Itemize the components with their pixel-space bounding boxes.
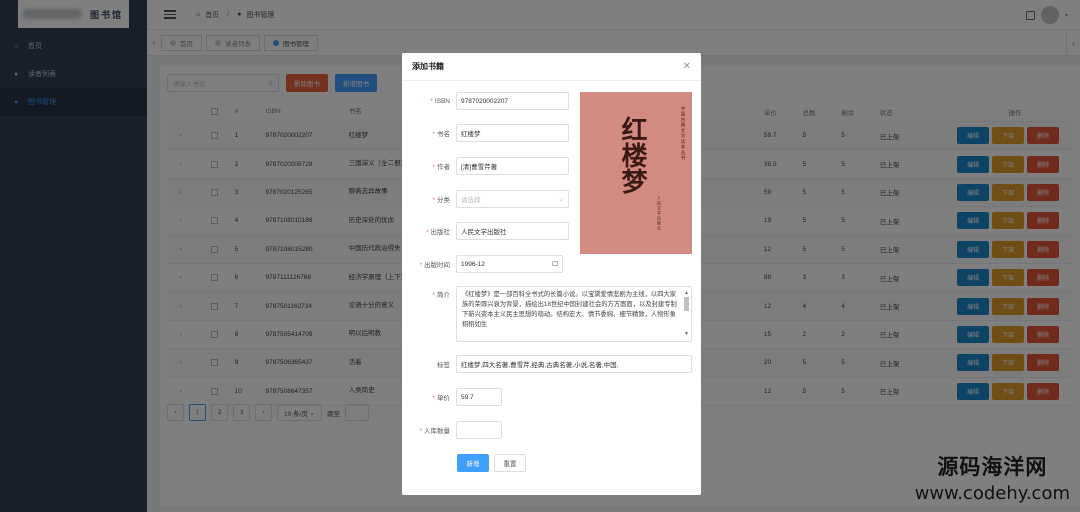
intro-text: 《红楼梦》是一部百科全书式的长篇小说。以宝黛爱情悲剧为主线，以四大家族的荣辱兴衰…: [462, 291, 677, 328]
stock-row: * 入库数量: [408, 421, 502, 439]
intro-label: 简介: [437, 292, 450, 299]
author-label: 作者: [437, 164, 450, 171]
author-row: * 作者 [清]曹雪芹著: [408, 157, 569, 175]
intro-textarea[interactable]: 《红楼梦》是一部百科全书式的长篇小说。以宝黛爱情悲剧为主线，以四大家族的荣辱兴衰…: [456, 286, 692, 342]
textarea-scrollbar[interactable]: ▲ ▼: [684, 291, 689, 337]
price-field[interactable]: 59.7: [456, 388, 502, 406]
name-label: 书名: [437, 131, 450, 138]
publisher-field[interactable]: 人民文学出版社: [456, 222, 569, 240]
dialog-title: 添加书籍: [412, 62, 444, 71]
cover-title: 红楼梦: [617, 116, 647, 194]
add-book-dialog: 添加书籍 ✕ * ISBN 9787020002207 * 书名 红楼梦 * 作者 […: [402, 53, 701, 495]
price-label: 单价: [437, 395, 450, 402]
category-placeholder: 请选择: [461, 197, 481, 204]
chevron-down-icon: ⌄: [558, 196, 564, 203]
publisher-row: * 出版社 人民文学出版社: [408, 222, 569, 240]
category-row: * 分类 请选择 ⌄: [408, 190, 569, 208]
calendar-icon: ☐: [552, 261, 558, 268]
isbn-label: ISBN: [434, 97, 450, 105]
dialog-header: 添加书籍 ✕: [402, 53, 701, 81]
publisher-label: 出版社: [430, 229, 451, 236]
stock-field[interactable]: [456, 421, 502, 439]
scroll-down-icon[interactable]: ▼: [684, 332, 689, 337]
intro-row: * 简介: [432, 292, 450, 299]
stock-label: 入库数量: [424, 428, 450, 435]
watermark-cn: 源码海洋网: [937, 455, 1048, 479]
category-select[interactable]: 请选择 ⌄: [456, 190, 569, 208]
name-row: * 书名 红楼梦: [408, 124, 569, 142]
isbn-row: * ISBN 9787020002207: [408, 92, 569, 110]
scroll-thumb[interactable]: [684, 297, 689, 311]
book-name-field[interactable]: 红楼梦: [456, 124, 569, 142]
author-field[interactable]: [清]曹雪芹著: [456, 157, 569, 175]
close-icon[interactable]: ✕: [683, 61, 691, 72]
tags-label: 标签: [437, 362, 450, 369]
watermark: 源码海洋网 www.codehy.com: [915, 451, 1070, 504]
pubdate-label: 出版时间: [424, 262, 450, 269]
price-row: * 单价 59.7: [408, 388, 502, 406]
pubdate-picker[interactable]: 1996-12 ☐: [456, 255, 563, 273]
pubdate-row: * 出版时间 1996-12 ☐: [408, 255, 563, 273]
category-label: 分类: [437, 197, 450, 204]
scroll-up-icon[interactable]: ▲: [684, 291, 689, 296]
pubdate-value: 1996-12: [461, 260, 485, 268]
cover-publisher: 人民文学出版社: [657, 196, 662, 231]
book-cover-image[interactable]: 中国古典文学读本丛书 红楼梦 人民文学出版社: [580, 92, 692, 254]
tags-row: 标签 红楼梦,四大名著,曹雪芹,经典,古典名著,小说,名著,中国,: [408, 355, 692, 373]
isbn-field[interactable]: 9787020002207: [456, 92, 569, 110]
cover-series: 中国古典文学读本丛书: [681, 106, 686, 161]
tags-field[interactable]: 红楼梦,四大名著,曹雪芹,经典,古典名著,小说,名著,中国,: [456, 355, 692, 373]
submit-button[interactable]: 新增: [457, 454, 489, 472]
watermark-en: www.codehy.com: [914, 483, 1070, 504]
reset-button[interactable]: 重置: [494, 454, 526, 472]
